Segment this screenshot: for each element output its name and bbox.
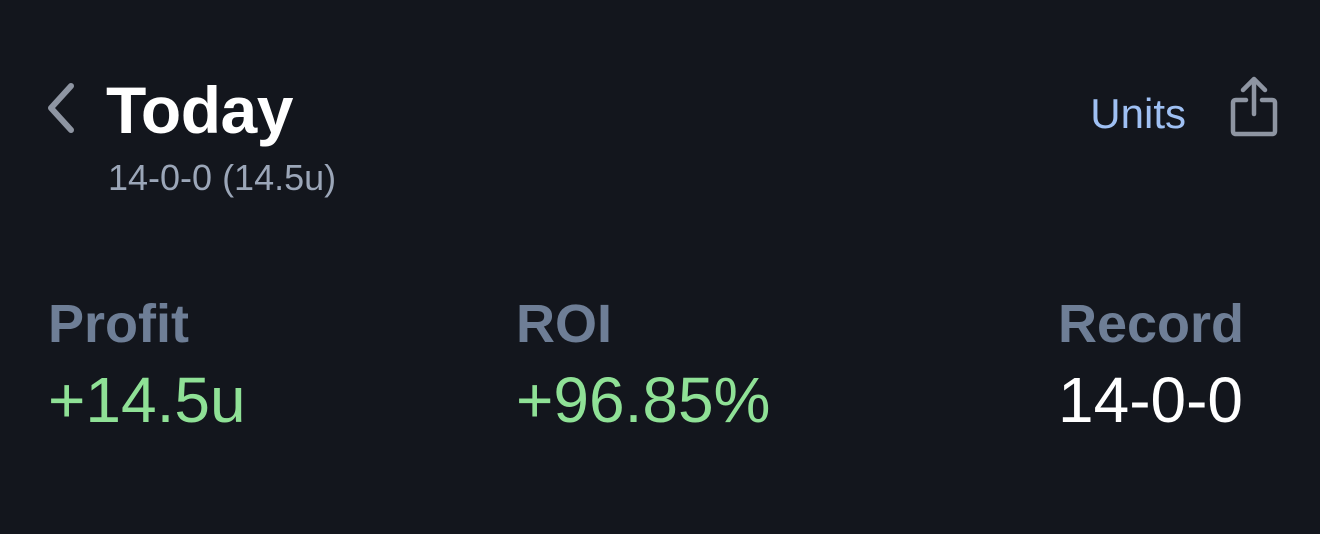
stat-value-record: 14-0-0 xyxy=(1058,364,1243,436)
share-icon xyxy=(1228,76,1280,143)
stat-profit: Profit +14.5u xyxy=(48,292,246,438)
back-button[interactable] xyxy=(36,78,84,142)
stat-label-roi: ROI xyxy=(516,294,613,354)
stat-label-record: Record xyxy=(1058,294,1245,354)
stat-record: Record 14-0-0 xyxy=(1058,292,1244,438)
stat-value-roi: +96.85% xyxy=(516,364,771,436)
page-subtitle: 14-0-0 (14.5u) xyxy=(108,157,337,198)
stat-value-profit: +14.5u xyxy=(48,364,246,436)
page-title: Today xyxy=(106,73,293,147)
units-button[interactable]: Units xyxy=(1090,88,1186,140)
chevron-left-icon xyxy=(43,82,77,139)
stat-roi: ROI +96.85% xyxy=(516,292,770,438)
share-button[interactable] xyxy=(1224,74,1284,144)
stat-label-profit: Profit xyxy=(48,294,189,354)
